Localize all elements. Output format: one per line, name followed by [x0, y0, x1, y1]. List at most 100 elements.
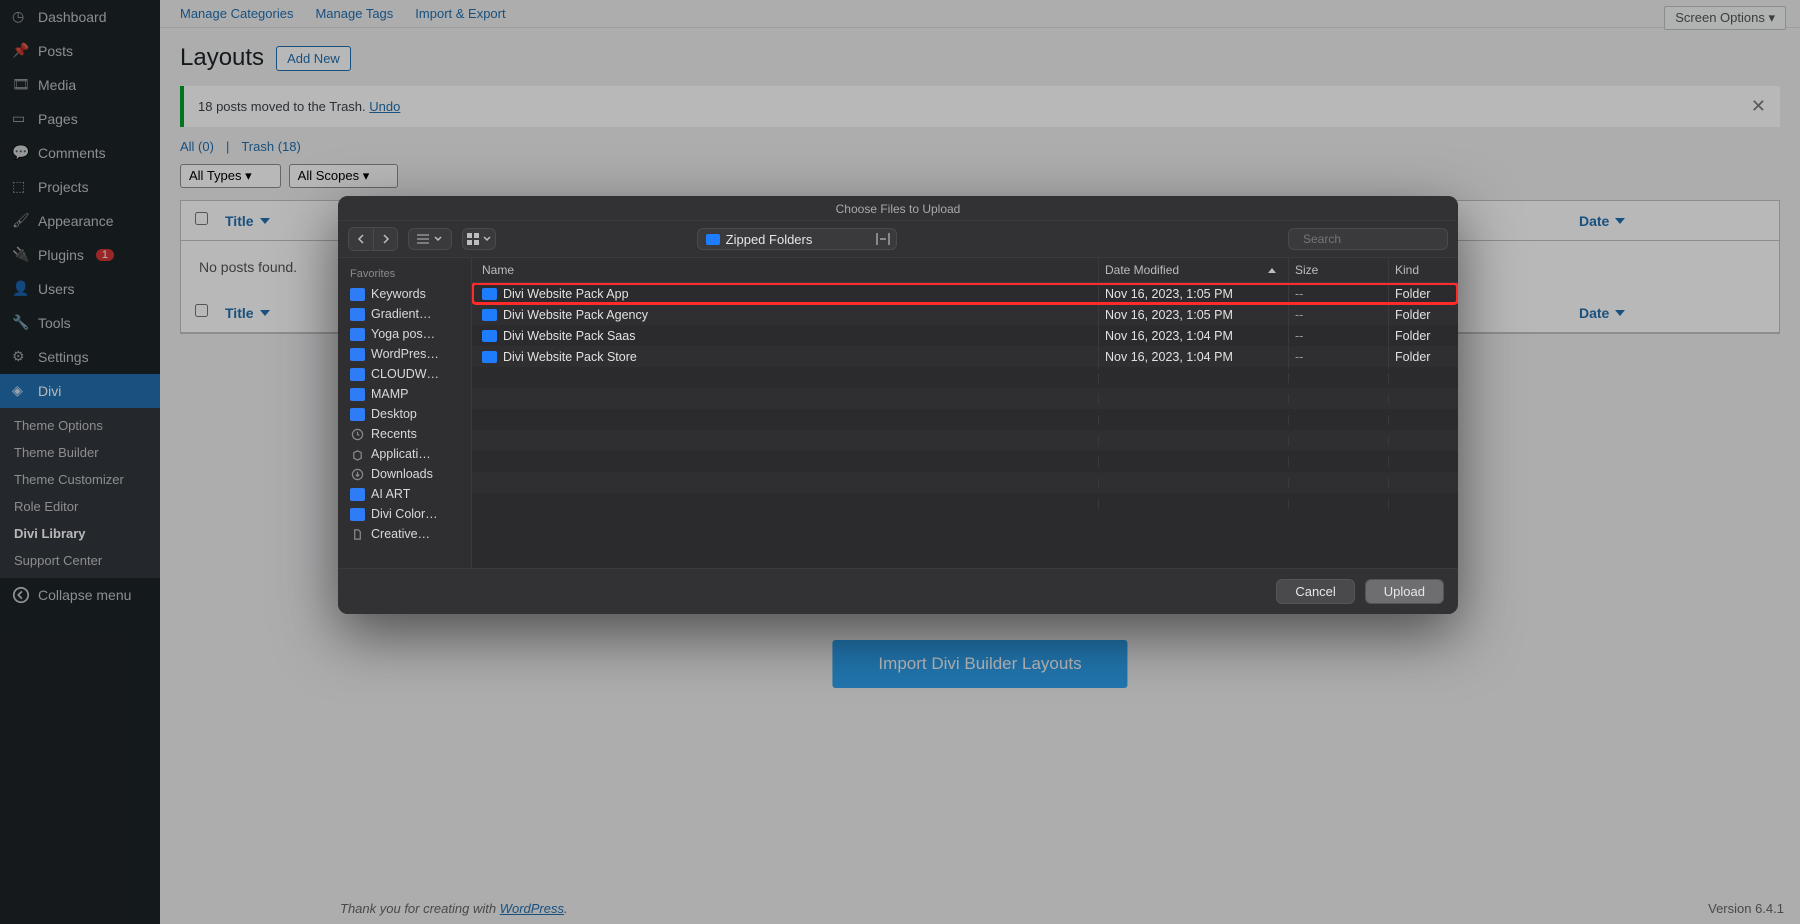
favorites-item[interactable]: WordPres…: [338, 344, 471, 364]
view-mode-button[interactable]: [408, 228, 452, 250]
subnav-item[interactable]: Theme Customizer: [0, 466, 160, 493]
sidebar-label: Projects: [38, 179, 89, 195]
file-row[interactable]: Divi Website Pack AppNov 16, 2023, 1:05 …: [472, 283, 1458, 304]
file-name: Divi Website Pack App: [503, 287, 629, 301]
th-title[interactable]: Title: [225, 213, 254, 229]
select-all-checkbox-bottom[interactable]: [195, 304, 208, 317]
screen-options-button[interactable]: Screen Options ▾: [1664, 6, 1786, 30]
location-dropdown[interactable]: Zipped Folders: [697, 228, 897, 250]
file-row[interactable]: Divi Website Pack AgencyNov 16, 2023, 1:…: [472, 304, 1458, 325]
favorites-item[interactable]: AI ART: [338, 484, 471, 504]
favorites-item[interactable]: Yoga pos…: [338, 324, 471, 344]
sidebar-item-divi[interactable]: ◈Divi: [0, 374, 160, 408]
sidebar-item-appearance[interactable]: 🖌Appearance: [0, 204, 160, 238]
favorites-label: Gradient…: [371, 307, 431, 321]
topnav-link[interactable]: Manage Tags: [315, 6, 393, 21]
search-field[interactable]: [1288, 228, 1448, 250]
file-row[interactable]: Divi Website Pack SaasNov 16, 2023, 1:04…: [472, 325, 1458, 346]
sidebar-label: Plugins: [38, 247, 84, 263]
upload-button[interactable]: Upload: [1365, 579, 1444, 604]
favorites-label: Applicati…: [371, 447, 431, 461]
file-row-empty: [472, 388, 1458, 409]
th-title-bottom[interactable]: Title: [225, 305, 254, 321]
collapse-menu[interactable]: Collapse menu: [0, 578, 160, 612]
sort-caret-icon: [1615, 310, 1625, 316]
nav-back-button[interactable]: [349, 228, 373, 250]
sidebar-icon: 📌: [12, 42, 30, 60]
folder-icon: [350, 328, 365, 341]
status-filters: All (0) | Trash (18): [160, 135, 1800, 158]
favorites-item[interactable]: Gradient…: [338, 304, 471, 324]
col-date-header[interactable]: Date Modified: [1098, 258, 1288, 282]
notice-undo-link[interactable]: Undo: [369, 99, 400, 114]
favorites-label: Divi Color…: [371, 507, 438, 521]
sidebar-item-tools[interactable]: 🔧Tools: [0, 306, 160, 340]
subnav-item[interactable]: Theme Builder: [0, 439, 160, 466]
footer-wordpress-link[interactable]: WordPress: [500, 901, 564, 916]
favorites-label: Keywords: [371, 287, 426, 301]
file-row-empty: [472, 451, 1458, 472]
wp-sidebar: ◷Dashboard📌Posts🎞Media▭Pages💬Comments⬚Pr…: [0, 0, 160, 924]
wp-version: Version 6.4.1: [1708, 901, 1784, 916]
sidebar-item-media[interactable]: 🎞Media: [0, 68, 160, 102]
subnav-item[interactable]: Divi Library: [0, 520, 160, 547]
sidebar-label: Users: [38, 281, 75, 297]
sidebar-item-posts[interactable]: 📌Posts: [0, 34, 160, 68]
sidebar-item-dashboard[interactable]: ◷Dashboard: [0, 0, 160, 34]
sidebar-item-pages[interactable]: ▭Pages: [0, 102, 160, 136]
nav-forward-button[interactable]: [373, 228, 397, 250]
notice: 18 posts moved to the Trash. Undo ✕: [180, 86, 1780, 127]
sidebar-icon: 🖌: [12, 212, 30, 230]
sidebar-item-users[interactable]: 👤Users: [0, 272, 160, 306]
grid-view-button[interactable]: [462, 228, 496, 250]
favorites-item[interactable]: Recents: [338, 424, 471, 444]
sidebar-label: Divi: [38, 383, 61, 399]
collapse-icon: [12, 586, 30, 604]
topnav-link[interactable]: Import & Export: [415, 6, 505, 21]
favorites-item[interactable]: Desktop: [338, 404, 471, 424]
col-kind-header[interactable]: Kind: [1388, 258, 1458, 282]
sort-caret-icon: [1615, 218, 1625, 224]
col-name-header[interactable]: Name: [472, 258, 1098, 282]
select-all-checkbox[interactable]: [195, 212, 208, 225]
file-name: Divi Website Pack Saas: [503, 329, 635, 343]
sidebar-item-comments[interactable]: 💬Comments: [0, 136, 160, 170]
chevron-left-icon: [356, 234, 366, 244]
th-date[interactable]: Date: [1579, 213, 1609, 229]
favorites-label: Downloads: [371, 467, 433, 481]
filter-trash[interactable]: Trash (18): [241, 139, 300, 154]
file-row[interactable]: Divi Website Pack StoreNov 16, 2023, 1:0…: [472, 346, 1458, 367]
favorites-header: Favorites: [338, 264, 471, 284]
th-date-bottom[interactable]: Date: [1579, 305, 1609, 321]
cancel-button[interactable]: Cancel: [1276, 579, 1354, 604]
favorites-item[interactable]: Keywords: [338, 284, 471, 304]
search-input[interactable]: [1303, 232, 1458, 246]
subnav-item[interactable]: Support Center: [0, 547, 160, 574]
import-layouts-button[interactable]: Import Divi Builder Layouts: [832, 640, 1127, 688]
folder-icon: [482, 309, 497, 321]
sidebar-item-plugins[interactable]: 🔌Plugins1: [0, 238, 160, 272]
filter-dropdown[interactable]: All Scopes ▾: [289, 164, 399, 188]
favorites-item[interactable]: Downloads: [338, 464, 471, 484]
sidebar-label: Comments: [38, 145, 106, 161]
favorites-item[interactable]: Applicati…: [338, 444, 471, 464]
filter-all[interactable]: All (0): [180, 139, 214, 154]
notice-dismiss-icon[interactable]: ✕: [1751, 96, 1766, 117]
sidebar-item-projects[interactable]: ⬚Projects: [0, 170, 160, 204]
favorites-item[interactable]: Creative…: [338, 524, 471, 544]
filter-dropdown[interactable]: All Types ▾: [180, 164, 281, 188]
favorites-item[interactable]: CLOUDW…: [338, 364, 471, 384]
folder-icon: [706, 234, 720, 245]
subnav-item[interactable]: Role Editor: [0, 493, 160, 520]
sort-caret-icon: [260, 218, 270, 224]
topnav-link[interactable]: Manage Categories: [180, 6, 293, 21]
favorites-item[interactable]: Divi Color…: [338, 504, 471, 524]
subnav-item[interactable]: Theme Options: [0, 412, 160, 439]
sidebar-label: Dashboard: [38, 9, 107, 25]
folder-icon: [350, 408, 365, 421]
sidebar-item-settings[interactable]: ⚙Settings: [0, 340, 160, 374]
add-new-button[interactable]: Add New: [276, 46, 351, 71]
favorites-item[interactable]: MAMP: [338, 384, 471, 404]
sort-caret-icon: [1268, 268, 1276, 273]
col-size-header[interactable]: Size: [1288, 258, 1388, 282]
